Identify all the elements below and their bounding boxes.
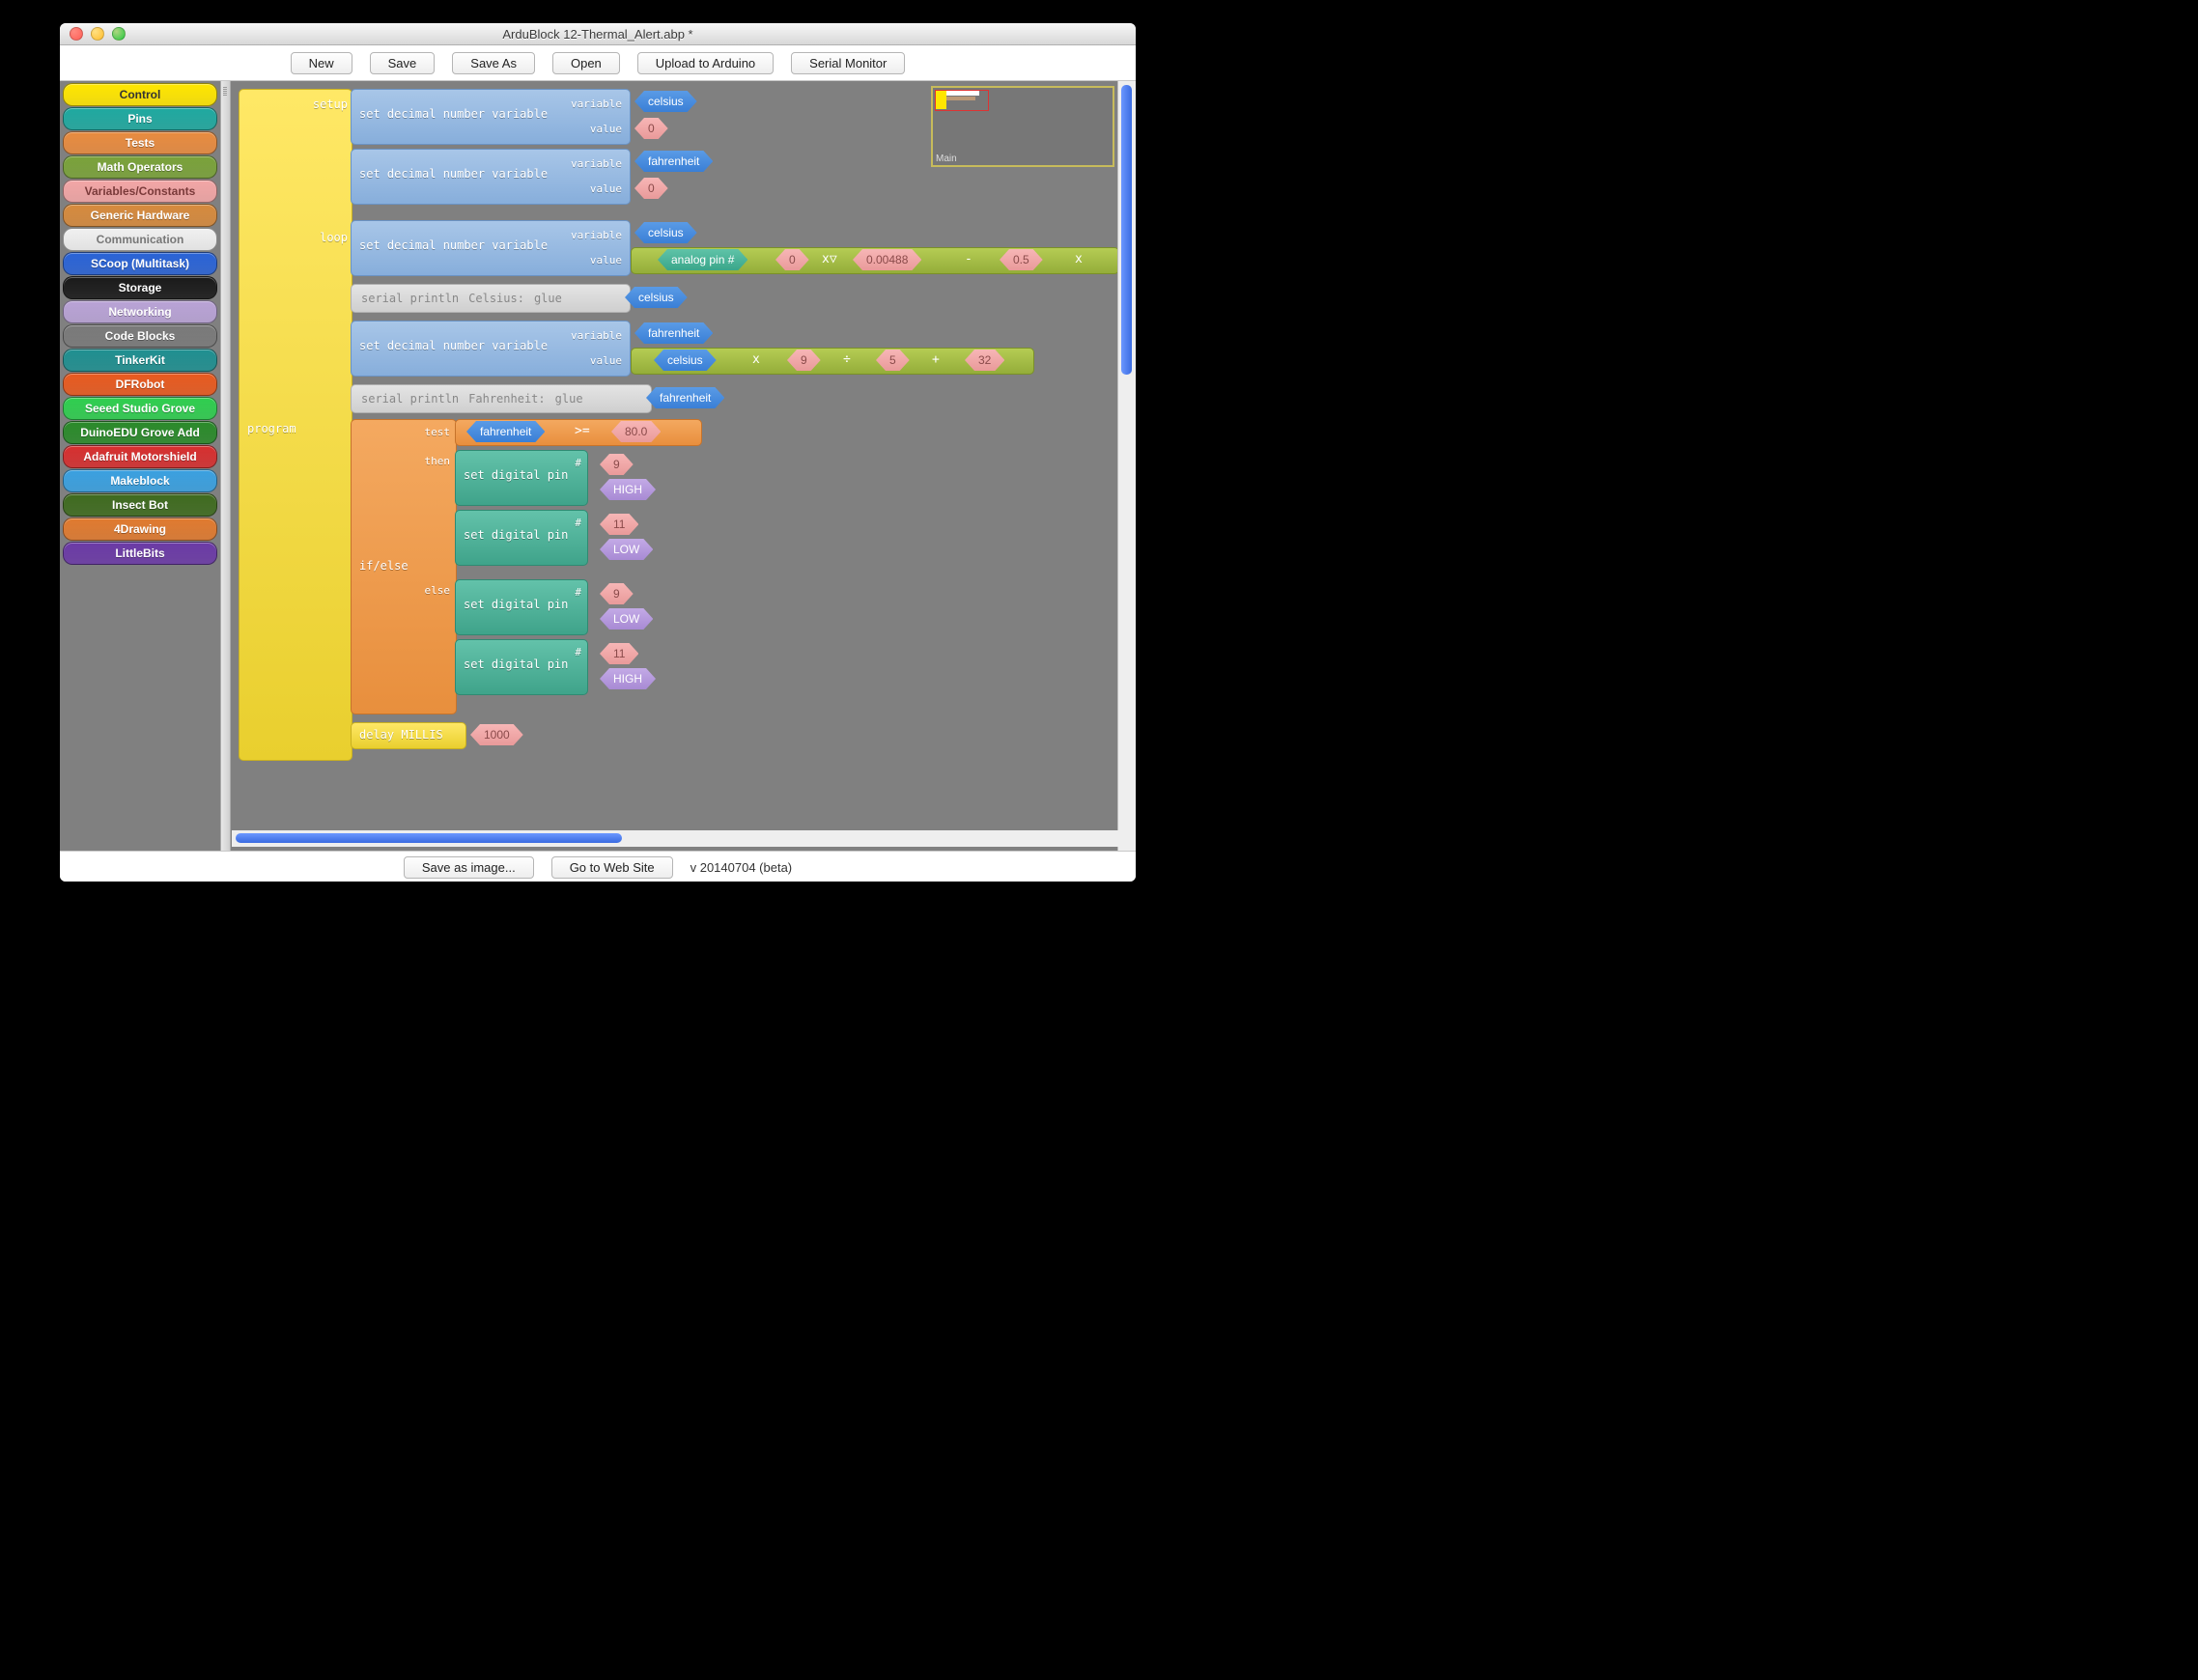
footer: Save as image... Go to Web Site v 201407… [60,851,1136,882]
category-variables-constants[interactable]: Variables/Constants [63,180,217,203]
op-minus: - [965,252,972,266]
value-0[interactable]: 0 [634,178,668,199]
op-div: ÷ [843,352,851,367]
save-button[interactable]: Save [370,52,436,74]
vertical-scrollbar[interactable] [1117,81,1136,851]
minimap-viewport[interactable] [935,90,989,111]
category-pins[interactable]: Pins [63,107,217,130]
vscroll-thumb[interactable] [1121,85,1132,375]
minimap-label: Main [936,154,957,164]
category-adafruit-motorshield[interactable]: Adafruit Motorshield [63,445,217,468]
program-label: program [247,422,296,435]
category-insect-bot[interactable]: Insect Bot [63,493,217,517]
category-code-blocks[interactable]: Code Blocks [63,324,217,348]
delay-block[interactable]: delay MILLIS [351,722,466,749]
var-fahrenheit[interactable]: fahrenheit [634,322,713,344]
const-000488[interactable]: 0.00488 [853,249,921,270]
var-celsius[interactable]: celsius [634,91,697,112]
var-celsius[interactable]: celsius [634,222,697,243]
op-mult: x▽ [822,252,837,266]
content: ControlPinsTestsMath OperatorsVariables/… [60,81,1136,851]
level-low[interactable]: LOW [600,608,653,630]
category-scoop-multitask-[interactable]: SCoop (Multitask) [63,252,217,275]
category-sidebar: ControlPinsTestsMath OperatorsVariables/… [60,81,220,851]
category-communication[interactable]: Communication [63,228,217,251]
save-as-button[interactable]: Save As [452,52,535,74]
serial-monitor-button[interactable]: Serial Monitor [791,52,905,74]
horizontal-scrollbar[interactable] [232,830,1133,847]
op-mult: x [1075,252,1083,266]
delay-value[interactable]: 1000 [470,724,523,745]
category-duinoedu-grove-add[interactable]: DuinoEDU Grove Add [63,421,217,444]
var-fahrenheit[interactable]: fahrenheit [646,387,724,408]
pin-9[interactable]: 9 [600,583,634,604]
hscroll-thumb[interactable] [236,833,622,843]
var-celsius[interactable]: celsius [625,287,688,308]
level-high[interactable]: HIGH [600,668,656,689]
version-label: v 20140704 (beta) [690,860,793,875]
category-tinkerkit[interactable]: TinkerKit [63,349,217,372]
serial-println-block[interactable]: serial println Fahrenheit: glue [351,384,652,413]
pin-9[interactable]: 9 [600,454,634,475]
upload-button[interactable]: Upload to Arduino [637,52,774,74]
canvas[interactable]: program setup loop set decimal number va… [231,81,1136,851]
category-networking[interactable]: Networking [63,300,217,323]
splitter[interactable] [220,81,231,851]
titlebar: ArduBlock 12-Thermal_Alert.abp * [60,23,1136,45]
category-tests[interactable]: Tests [63,131,217,154]
new-button[interactable]: New [291,52,352,74]
save-image-button[interactable]: Save as image... [404,856,534,879]
set-digital-pin-block[interactable]: set digital pin # [455,450,588,506]
pin-11[interactable]: 11 [600,643,638,664]
op-plus: + [932,352,940,367]
level-high[interactable]: HIGH [600,479,656,500]
level-low[interactable]: LOW [600,539,653,560]
set-digital-pin-block[interactable]: set digital pin # [455,510,588,566]
serial-println-block[interactable]: serial println Celsius: glue [351,284,631,313]
op-mult: x [752,352,760,367]
op-ge: >= [575,424,590,438]
set-decimal-var-block[interactable]: set decimal number variable variable val… [351,149,631,205]
const-80[interactable]: 80.0 [611,421,661,442]
app-window: ArduBlock 12-Thermal_Alert.abp * New Sav… [60,23,1136,882]
program-block[interactable]: program setup loop [239,89,352,761]
category-dfrobot[interactable]: DFRobot [63,373,217,396]
minimap[interactable]: Main [931,86,1114,167]
var-fahrenheit[interactable]: fahrenheit [466,421,545,442]
window-title: ArduBlock 12-Thermal_Alert.abp * [60,27,1136,42]
category-seeed-studio-grove[interactable]: Seeed Studio Grove [63,397,217,420]
open-button[interactable]: Open [552,52,620,74]
if-else-block[interactable]: if/else test then else [351,419,457,714]
value-0[interactable]: 0 [634,118,668,139]
loop-slot-label: loop [320,231,348,244]
set-digital-pin-block[interactable]: set digital pin # [455,579,588,635]
category-math-operators[interactable]: Math Operators [63,155,217,179]
toolbar: New Save Save As Open Upload to Arduino … [60,45,1136,81]
category-littlebits[interactable]: LittleBits [63,542,217,565]
pin-11[interactable]: 11 [600,514,638,535]
goto-website-button[interactable]: Go to Web Site [551,856,673,879]
set-decimal-var-block[interactable]: set decimal number variable variable val… [351,321,631,377]
set-decimal-var-block[interactable]: set decimal number variable variable val… [351,220,631,276]
var-celsius[interactable]: celsius [654,350,717,371]
category-control[interactable]: Control [63,83,217,106]
set-decimal-var-block[interactable]: set decimal number variable variable val… [351,89,631,145]
var-fahrenheit[interactable]: fahrenheit [634,151,713,172]
analog-pin-block[interactable]: analog pin # [658,249,747,270]
category-storage[interactable]: Storage [63,276,217,299]
category-generic-hardware[interactable]: Generic Hardware [63,204,217,227]
category-makeblock[interactable]: Makeblock [63,469,217,492]
category-4drawing[interactable]: 4Drawing [63,518,217,541]
setup-slot-label: setup [313,98,348,111]
set-digital-pin-block[interactable]: set digital pin # [455,639,588,695]
